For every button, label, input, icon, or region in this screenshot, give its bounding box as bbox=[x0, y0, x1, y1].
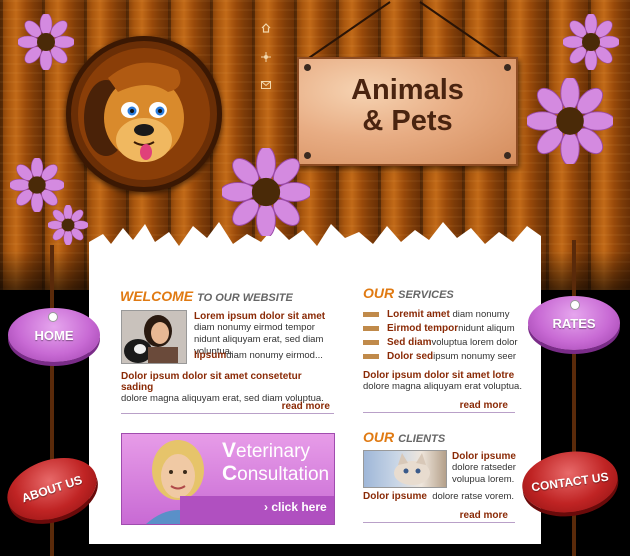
services-list-item[interactable]: Sed diamvoluptua lorem dolor bbox=[363, 337, 523, 349]
welcome-paragraph: Dolor ipsum dolor sit amet consetetur sa… bbox=[121, 371, 336, 405]
welcome-heading-rest: TO OUR WEBSITE bbox=[197, 292, 293, 304]
flower-icon bbox=[18, 14, 74, 70]
services-list-item[interactable]: Eirmod tempornidunt aliqum bbox=[363, 323, 523, 335]
divider bbox=[121, 413, 334, 414]
clients-paragraph: Dolor ipsume dolore ratse vorem. bbox=[363, 491, 523, 503]
nav-about-label: ABOUT US bbox=[20, 472, 84, 506]
welcome-sub-title: Iipsum bbox=[194, 350, 227, 361]
bullet-icon bbox=[363, 311, 379, 317]
nail bbox=[504, 152, 511, 159]
welcome-heading: WELCOME TO OUR WEBSITE bbox=[120, 288, 293, 304]
flower-icon bbox=[563, 14, 619, 70]
banner-title: Veterinary Consultation bbox=[222, 440, 332, 486]
service-item-text: nidunt aliqum bbox=[458, 323, 515, 334]
button-hole bbox=[48, 312, 58, 322]
service-item-bold: Eirmod tempor bbox=[387, 323, 459, 334]
welcome-lead-title: Lorem ipsum dolor sit amet bbox=[194, 311, 326, 322]
service-item-bold: Dolor sed bbox=[387, 351, 434, 362]
woman-with-dog-photo bbox=[121, 310, 187, 364]
home-icon[interactable] bbox=[261, 23, 271, 33]
dog-face-icon bbox=[84, 62, 184, 162]
clients-para-title: Dolor ipsume bbox=[363, 491, 427, 502]
dog-logo[interactable] bbox=[78, 48, 210, 180]
veterinary-consultation-banner[interactable]: Veterinary Consultation › click here bbox=[121, 433, 335, 525]
welcome-heading-accent: WELCOME bbox=[120, 288, 194, 304]
banner-title-cap2: C bbox=[222, 462, 238, 485]
button-hole bbox=[570, 300, 580, 310]
banner-title-rest2: onsultation bbox=[237, 464, 330, 485]
services-para-text: dolore magna aliquyam erat voluptua. bbox=[363, 381, 522, 392]
sitemap-icon[interactable] bbox=[261, 52, 271, 62]
services-read-more-link[interactable]: read more bbox=[410, 400, 508, 411]
kitten-photo bbox=[363, 450, 447, 488]
divider bbox=[363, 412, 515, 413]
sign-ropes bbox=[305, 1, 505, 61]
service-item-text: voluptua lorem dolor bbox=[431, 337, 518, 348]
welcome-para-title: Dolor ipsum dolor sit amet consetetur sa… bbox=[121, 371, 302, 393]
nav-contact-label: CONTACT US bbox=[530, 469, 610, 495]
service-item-bold: Loremit amet bbox=[387, 309, 450, 320]
site-title: Animals & Pets bbox=[299, 75, 516, 137]
page: Animals & Pets HOME ABOUT US RATES CONTA… bbox=[0, 0, 630, 556]
site-title-line1: Animals bbox=[351, 74, 464, 106]
banner-title-cap1: V bbox=[222, 439, 237, 462]
clients-item-text: dolore ratseder volupua lorem. bbox=[452, 462, 516, 485]
clients-heading: OUR CLIENTS bbox=[363, 429, 445, 445]
services-paragraph: Dolor ipsum dolor sit amet lotre dolore … bbox=[363, 370, 523, 393]
flower-icon bbox=[222, 148, 310, 236]
site-title-line2: & Pets bbox=[362, 105, 453, 137]
mail-icon[interactable] bbox=[261, 81, 271, 91]
welcome-read-more-link[interactable]: read more bbox=[230, 401, 330, 412]
nail bbox=[504, 64, 511, 71]
nav-home-label: HOME bbox=[34, 327, 74, 343]
flower-icon bbox=[10, 158, 64, 212]
clients-item-title: Dolor ipsume bbox=[452, 451, 516, 462]
services-heading-accent: OUR bbox=[363, 285, 395, 301]
welcome-sub: Iipsumdiam nonumy eirmod... bbox=[194, 350, 339, 362]
service-item-text: diam nonumy bbox=[452, 309, 510, 320]
services-list: Loremit amet diam nonumy Eirmod temporni… bbox=[363, 309, 523, 363]
services-list-item[interactable]: Dolor sedipsum nonumy seer bbox=[363, 351, 523, 363]
nav-rates-label: RATES bbox=[552, 315, 596, 331]
services-heading: OUR SERVICES bbox=[363, 285, 454, 301]
clients-para-text: dolore ratse vorem. bbox=[432, 491, 515, 502]
services-para-title: Dolor ipsum dolor sit amet lotre bbox=[363, 370, 515, 381]
bullet-icon bbox=[363, 339, 379, 345]
clients-read-more-link[interactable]: read more bbox=[410, 510, 508, 521]
logo-sign[interactable]: Animals & Pets bbox=[297, 57, 518, 166]
flower-icon bbox=[527, 78, 613, 164]
service-item-text: ipsum nonumy seer bbox=[433, 351, 517, 362]
bullet-icon bbox=[363, 325, 379, 331]
bullet-icon bbox=[363, 353, 379, 359]
clients-heading-accent: OUR bbox=[363, 429, 395, 445]
banner-title-rest1: eterinary bbox=[236, 441, 310, 462]
flower-icon bbox=[48, 205, 88, 245]
welcome-sub-text: diam nonumy eirmod... bbox=[226, 350, 323, 361]
click-here-button[interactable]: › click here bbox=[264, 500, 327, 514]
service-item-bold: Sed diam bbox=[387, 337, 432, 348]
divider bbox=[363, 522, 515, 523]
nail bbox=[304, 64, 311, 71]
services-list-item[interactable]: Loremit amet diam nonumy bbox=[363, 309, 523, 321]
clients-heading-rest: CLIENTS bbox=[398, 433, 446, 445]
services-heading-rest: SERVICES bbox=[398, 289, 454, 301]
clients-item: Dolor ipsume dolore ratseder volupua lor… bbox=[452, 451, 522, 486]
